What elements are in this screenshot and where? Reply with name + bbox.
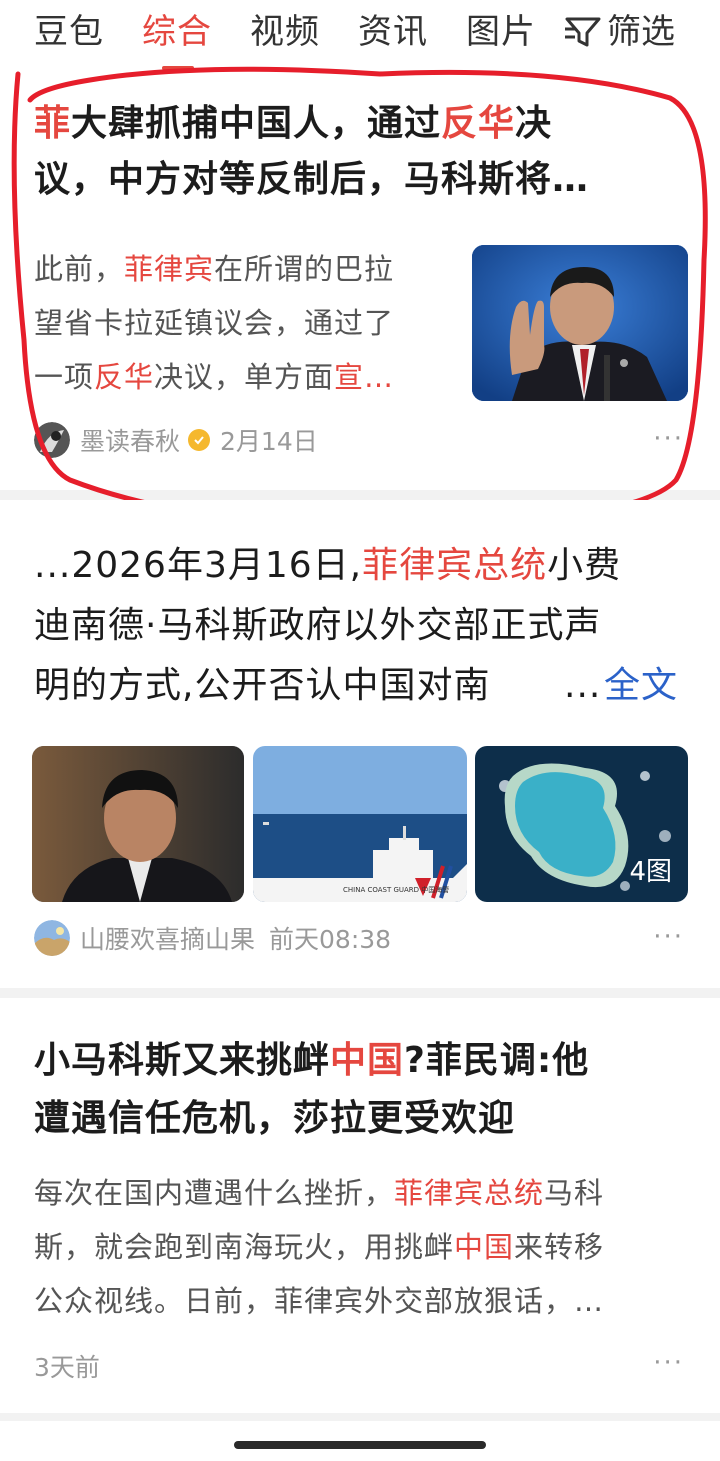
title-highlight: 反华 — [441, 103, 516, 144]
title-text: ?菲民调:他 — [404, 1040, 590, 1081]
result-card-3[interactable]: 小马科斯又来挑衅中国?菲民调:他 遭遇信任危机，莎拉更受欢迎 每次在国内遭遇什么挫… — [0, 998, 720, 1413]
tab-news[interactable]: 资讯 — [358, 10, 428, 54]
snippet-text: 马科 — [544, 1176, 605, 1210]
full-text-link[interactable]: 全文 — [604, 656, 678, 716]
home-indicator[interactable] — [234, 1441, 486, 1449]
more-options-icon[interactable]: ··· — [653, 922, 684, 952]
coast-guard-ship-icon: CHINA COAST GUARD 中国海警 — [253, 746, 467, 902]
author-name[interactable]: 墨读春秋 — [80, 422, 180, 458]
snippet-highlight: 菲律宾 — [124, 252, 215, 286]
author-avatar[interactable] — [34, 422, 70, 458]
snippet-highlight: 反华 — [94, 360, 155, 394]
card-divider — [0, 1413, 720, 1421]
card2-image-1[interactable] — [32, 746, 244, 902]
ellipsis-text: ... — [564, 665, 602, 706]
filter-button[interactable]: 筛选 — [563, 10, 675, 54]
card2-image-2[interactable]: CHINA COAST GUARD 中国海警 — [253, 746, 467, 902]
card2-meta: 山腰欢喜摘山果 前天08:38 — [34, 920, 391, 956]
publish-date: 2月14日 — [220, 427, 318, 456]
card1-meta: 墨读春秋 2月14日 — [34, 422, 318, 458]
card1-thumbnail[interactable] — [472, 245, 688, 401]
filter-label: 筛选 — [607, 12, 675, 52]
snippet-highlight: 中国 — [454, 1230, 515, 1264]
publish-time: 前天08:38 — [269, 925, 392, 954]
search-tabs: 豆包 综合 视频 资讯 图片 筛选 — [0, 0, 720, 78]
snippet-text: 在所谓的巴拉 — [214, 252, 395, 286]
tab-doubao[interactable]: 豆包 — [34, 10, 104, 54]
snippet-text: 来转移 — [514, 1230, 605, 1264]
filter-icon — [565, 17, 601, 47]
card3-meta: 3天前 — [34, 1348, 100, 1384]
tab-comprehensive[interactable]: 综合 — [142, 10, 212, 54]
post-text: 小费 — [547, 545, 622, 586]
result-card-2[interactable]: ...2026年3月16日,菲律宾总统小费迪南德·马科斯政府以外交部正式声 明的方… — [0, 500, 720, 988]
verified-badge-icon — [188, 429, 211, 451]
snippet-text: 望省卡拉延镇议会，通过了 — [34, 306, 395, 340]
title-text: 议，中方对等反制后，马科斯将… — [34, 159, 590, 200]
tab-video[interactable]: 视频 — [250, 10, 320, 54]
card-divider — [0, 490, 720, 500]
image-count-badge: 4图 — [629, 857, 672, 887]
title-highlight: 菲 — [34, 103, 72, 144]
author-name[interactable]: 山腰欢喜摘山果 — [80, 920, 255, 956]
tab-images[interactable]: 图片 — [466, 10, 536, 54]
card1-title[interactable]: 菲大肆抓捕中国人，通过反华决议，中方对等反制后，马科斯将… — [34, 96, 684, 208]
snippet-text: 公众视线。日前，菲律宾外交部放狠话，… — [34, 1284, 605, 1318]
title-text: 决 — [515, 103, 553, 144]
card2-image-3[interactable]: 4图 — [475, 746, 688, 902]
title-text: 小马科斯又来挑衅 — [34, 1040, 331, 1081]
card-divider — [0, 988, 720, 998]
snippet-text: 斯，就会跑到南海玩火，用挑衅 — [34, 1230, 455, 1264]
more-options-icon[interactable]: ··· — [653, 1348, 684, 1378]
snippet-text: 一项 — [34, 360, 95, 394]
title-highlight: 中国 — [330, 1040, 405, 1081]
card1-snippet: 此前，菲律宾在所谓的巴拉望省卡拉延镇议会，通过了 一项反华决议，单方面宣… — [34, 242, 454, 404]
title-text: 大肆抓捕中国人，通过 — [71, 103, 442, 144]
author-avatar[interactable] — [34, 920, 70, 956]
card2-text[interactable]: ...2026年3月16日,菲律宾总统小费迪南德·马科斯政府以外交部正式声 明的方… — [34, 536, 694, 716]
post-text: 迪南德·马科斯政府以外交部正式声 — [34, 605, 602, 646]
card3-snippet: 每次在国内遭遇什么挫折，菲律宾总统马科斯，就会跑到南海玩火，用挑衅中国来转移公众… — [34, 1166, 694, 1328]
post-text: ...2026年3月16日, — [34, 545, 363, 586]
snippet-text: 此前， — [34, 252, 125, 286]
person-photo-icon — [472, 245, 688, 401]
ship-hull-text: CHINA COAST GUARD 中国海警 — [343, 885, 449, 894]
person-photo-icon — [32, 746, 244, 902]
snippet-text: 每次在国内遭遇什么挫折， — [34, 1176, 395, 1210]
card3-title[interactable]: 小马科斯又来挑衅中国?菲民调:他遭遇信任危机，莎拉更受欢迎 — [34, 1032, 694, 1148]
post-highlight: 菲律宾总统 — [362, 545, 548, 586]
publish-time: 3天前 — [34, 1353, 100, 1382]
snippet-highlight: 菲律宾总统 — [394, 1176, 545, 1210]
more-options-icon[interactable]: ··· — [653, 424, 684, 454]
active-tab-indicator — [162, 66, 194, 70]
snippet-highlight: 宣… — [334, 360, 395, 394]
snippet-text: 决议，单方面 — [154, 360, 335, 394]
result-card-1[interactable]: 菲大肆抓捕中国人，通过反华决 议，中方对等反制后，马科斯将… 此前，菲律宾在所谓的… — [0, 90, 720, 490]
post-text: 明的方式,公开否认中国对南 — [34, 665, 491, 706]
title-text: 遭遇信任危机，莎拉更受欢迎 — [34, 1098, 516, 1139]
